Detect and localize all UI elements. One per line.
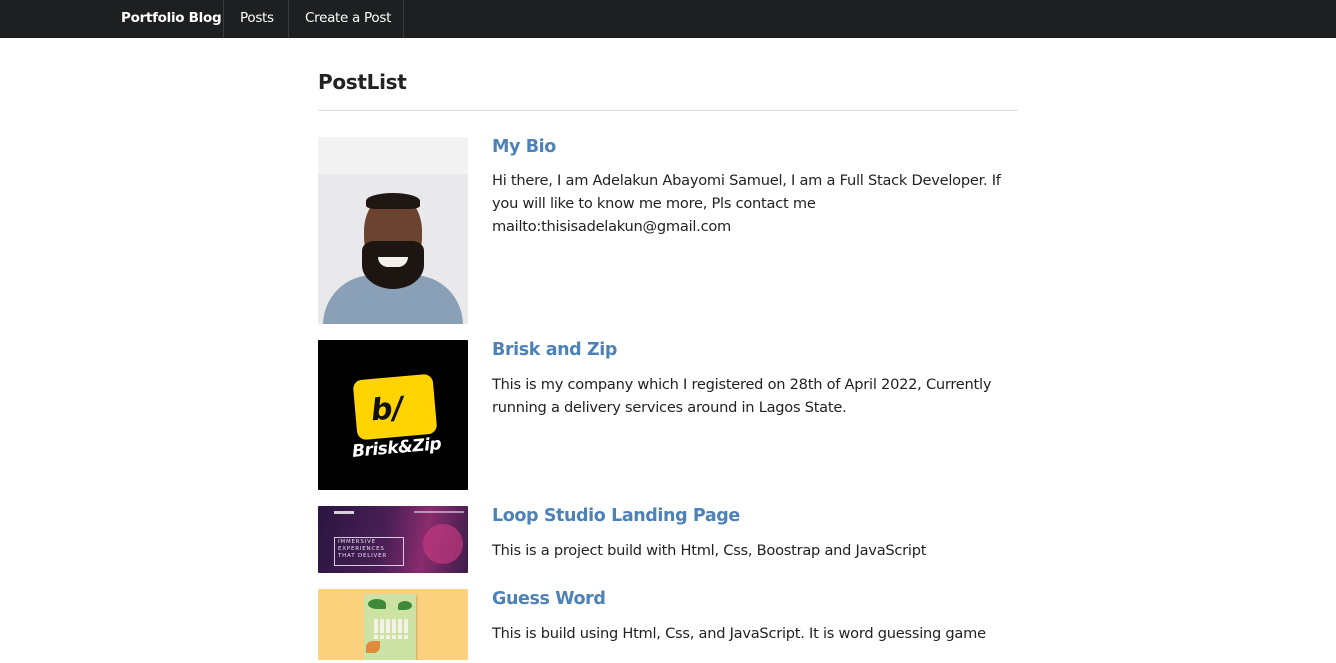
navbar-divider [403,0,404,38]
post-thumbnail-brisk-and-zip[interactable]: b/ Brisk&Zip [318,340,468,490]
post-title-loop-studio[interactable]: Loop Studio Landing Page [492,506,740,526]
page-title: PostList [318,70,407,94]
post-excerpt: Hi there, I am Adelakun Abayomi Samuel, … [492,172,1001,235]
post-title-brisk-and-zip[interactable]: Brisk and Zip [492,340,617,360]
post-thumbnail-loop-studio[interactable]: IMMERSIVE EXPERIENCES THAT DELIVER [318,506,468,573]
title-divider [318,110,1018,111]
nav-link-create-post[interactable]: Create a Post [305,0,391,38]
post-thumbnail-guess-word[interactable] [318,589,468,660]
post-thumbnail-my-bio[interactable] [318,137,468,324]
post-title-guess-word[interactable]: Guess Word [492,589,606,609]
post-excerpt: This is a project build with Html, Css, … [492,542,927,559]
navbar-divider [288,0,289,38]
post-excerpt: This is my company which I registered on… [492,376,992,416]
nav-link-posts[interactable]: Posts [240,0,274,38]
brisk-logo-mark: b/ [369,390,405,429]
navbar-divider [223,0,224,38]
navbar-brand-link[interactable]: Portfolio Blog [121,0,222,38]
post-title-my-bio[interactable]: My Bio [492,137,556,157]
post-excerpt: This is build using Html, Css, and JavaS… [492,625,986,642]
top-navbar: Portfolio Blog Posts Create a Post [0,0,1336,38]
loop-hero-text: IMMERSIVE EXPERIENCES THAT DELIVER [338,539,387,559]
